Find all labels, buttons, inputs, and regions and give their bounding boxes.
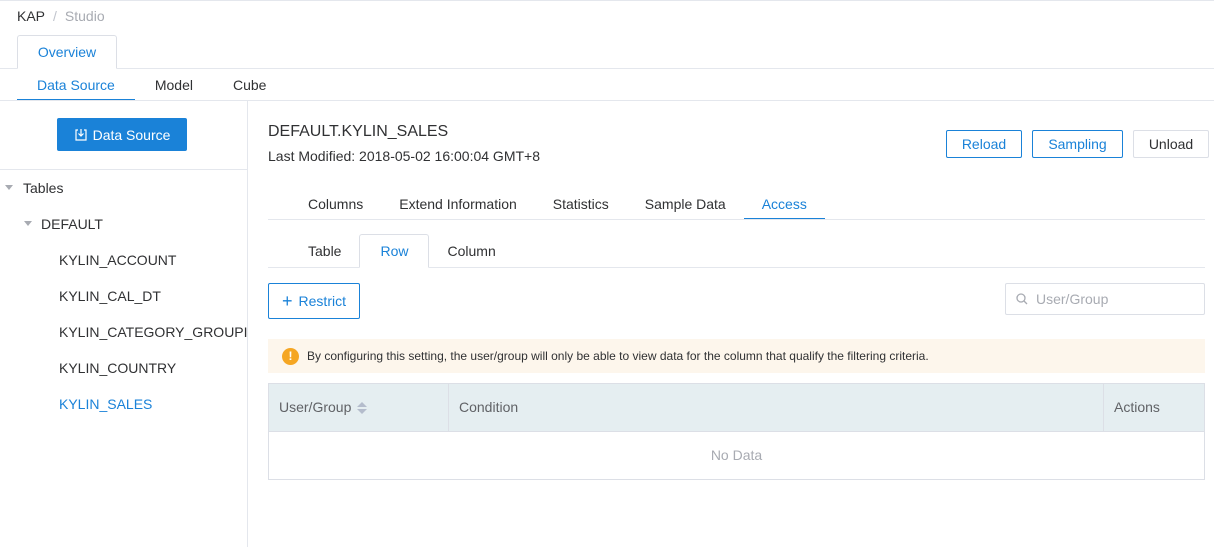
sidebar: Data Source Tables DEFAULT KYLIN_ACCOUNT… bbox=[0, 101, 248, 547]
tree-node-kylin-sales[interactable]: KYLIN_SALES bbox=[0, 386, 247, 422]
breadcrumb: KAP / Studio bbox=[17, 8, 105, 24]
table-tree: Tables DEFAULT KYLIN_ACCOUNT KYLIN_CAL_D… bbox=[0, 170, 247, 422]
tree-node-tables[interactable]: Tables bbox=[0, 170, 247, 206]
sampling-button[interactable]: Sampling bbox=[1032, 130, 1123, 158]
breadcrumb-kap[interactable]: KAP bbox=[17, 8, 45, 24]
table-header: User/Group Condition Actions bbox=[269, 384, 1204, 432]
alert-text: By configuring this setting, the user/gr… bbox=[307, 349, 929, 363]
tab-columns[interactable]: Columns bbox=[290, 188, 381, 220]
subtab-column[interactable]: Column bbox=[429, 234, 513, 268]
add-data-source-button[interactable]: Data Source bbox=[57, 118, 187, 151]
caret-down-icon[interactable] bbox=[5, 185, 13, 190]
last-modified: Last Modified: 2018-05-02 16:00:04 GMT+8 bbox=[268, 148, 541, 164]
tree-node-kylin-category-groupings[interactable]: KYLIN_CATEGORY_GROUPINGS bbox=[0, 314, 247, 350]
tree-node-label: DEFAULT bbox=[41, 216, 103, 232]
access-sub-tabs: Table Row Column bbox=[290, 234, 514, 268]
breadcrumb-separator: / bbox=[53, 8, 57, 24]
add-restrict-button[interactable]: + Restrict bbox=[268, 283, 360, 319]
data-source-button-label: Data Source bbox=[92, 126, 171, 143]
import-icon bbox=[74, 128, 87, 141]
column-header-label: User/Group bbox=[279, 399, 352, 415]
search-icon bbox=[1016, 293, 1028, 305]
plus-icon: + bbox=[282, 291, 293, 311]
nav-tab-model[interactable]: Model bbox=[135, 69, 213, 101]
tab-sample-data[interactable]: Sample Data bbox=[627, 188, 744, 220]
table-title: DEFAULT.KYLIN_SALES bbox=[268, 123, 449, 140]
empty-table-text: No Data bbox=[710, 447, 763, 463]
unload-button[interactable]: Unload bbox=[1133, 130, 1209, 158]
tab-access[interactable]: Access bbox=[743, 188, 825, 220]
subtab-row[interactable]: Row bbox=[359, 234, 430, 268]
tree-node-default[interactable]: DEFAULT bbox=[0, 206, 247, 242]
tab-extend-information[interactable]: Extend Information bbox=[381, 188, 535, 220]
detail-tabs: Columns Extend Information Statistics Sa… bbox=[290, 188, 825, 220]
search-input[interactable] bbox=[1036, 291, 1196, 307]
sort-icon[interactable] bbox=[357, 401, 368, 414]
nav-tab-cube[interactable]: Cube bbox=[213, 69, 286, 101]
reload-button[interactable]: Reload bbox=[946, 130, 1022, 158]
tab-statistics[interactable]: Statistics bbox=[535, 188, 627, 220]
breadcrumb-studio: Studio bbox=[64, 8, 105, 24]
tree-node-kylin-cal-dt[interactable]: KYLIN_CAL_DT bbox=[0, 278, 247, 314]
column-header-actions: Actions bbox=[1114, 399, 1160, 415]
tree-node-label: Tables bbox=[23, 180, 64, 196]
warning-icon: ! bbox=[282, 347, 299, 365]
top-border bbox=[0, 0, 1214, 1]
row-access-table: User/Group Condition Actions No Data bbox=[268, 383, 1205, 480]
main-nav: Data Source Model Cube bbox=[17, 69, 286, 101]
column-header-condition: Condition bbox=[449, 384, 1104, 431]
restrict-button-label: Restrict bbox=[298, 293, 346, 309]
column-header-user-group[interactable]: User/Group bbox=[269, 384, 449, 431]
caret-down-icon[interactable] bbox=[24, 221, 32, 226]
subtab-table[interactable]: Table bbox=[290, 234, 359, 268]
info-alert: ! By configuring this setting, the user/… bbox=[268, 339, 1205, 373]
tree-node-kylin-account[interactable]: KYLIN_ACCOUNT bbox=[0, 242, 247, 278]
nav-tab-data-source[interactable]: Data Source bbox=[17, 69, 135, 101]
tab-overview[interactable]: Overview bbox=[17, 35, 117, 69]
user-group-search[interactable] bbox=[1005, 283, 1205, 315]
detail-tabs-divider bbox=[268, 219, 1205, 220]
tree-node-kylin-country[interactable]: KYLIN_COUNTRY bbox=[0, 350, 247, 386]
